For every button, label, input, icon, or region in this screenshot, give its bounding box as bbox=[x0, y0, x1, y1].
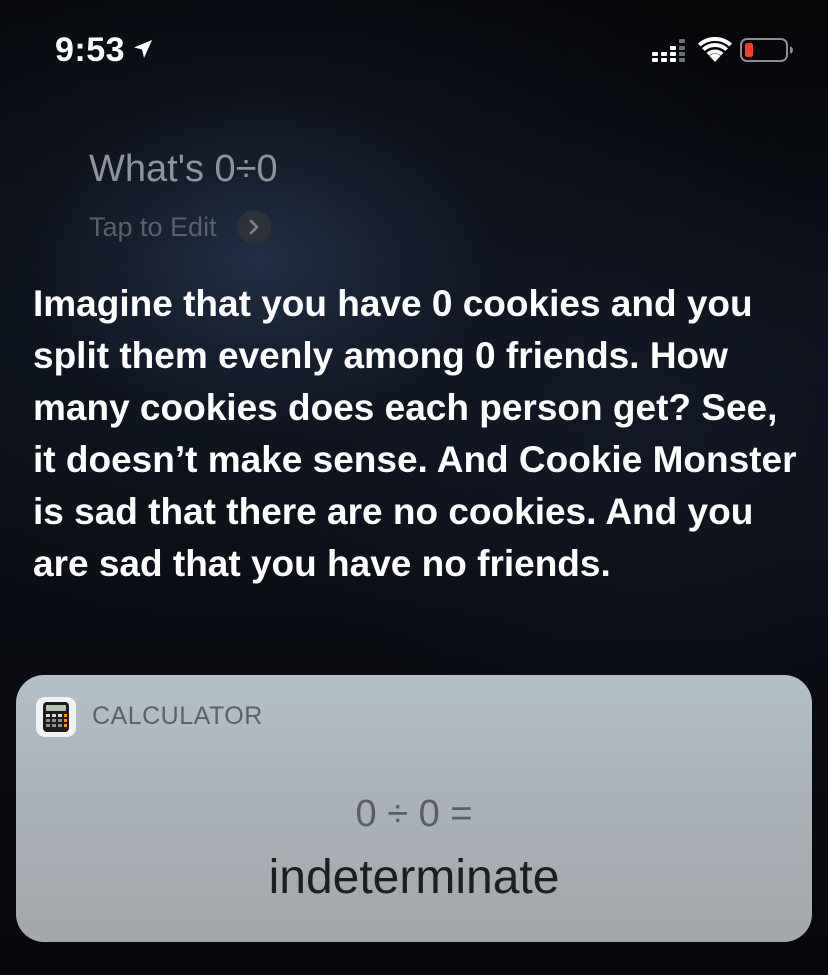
battery-low-icon bbox=[740, 38, 793, 62]
location-arrow-icon bbox=[134, 40, 152, 58]
calculator-result: indeterminate bbox=[268, 851, 560, 904]
card-app-name: CALCULATOR bbox=[92, 702, 263, 730]
cellular-signal-icon bbox=[652, 39, 685, 62]
wifi-icon bbox=[698, 37, 732, 62]
tap-to-edit-button[interactable]: Tap to Edit bbox=[89, 210, 271, 244]
siri-response-text: Imagine that you have 0 cookies and you … bbox=[33, 283, 797, 584]
calculator-card[interactable]: CALCULATOR 0 ÷ 0 = indeterminate bbox=[16, 675, 812, 942]
tap-to-edit-label: Tap to Edit bbox=[89, 211, 217, 242]
calculator-icon bbox=[36, 697, 76, 737]
chevron-right-icon bbox=[236, 210, 271, 244]
siri-query-text: What's 0÷0 bbox=[89, 148, 278, 190]
status-time: 9:53 bbox=[55, 31, 126, 69]
status-bar: 9:53 bbox=[0, 0, 828, 100]
calculator-expression: 0 ÷ 0 = bbox=[355, 793, 473, 835]
